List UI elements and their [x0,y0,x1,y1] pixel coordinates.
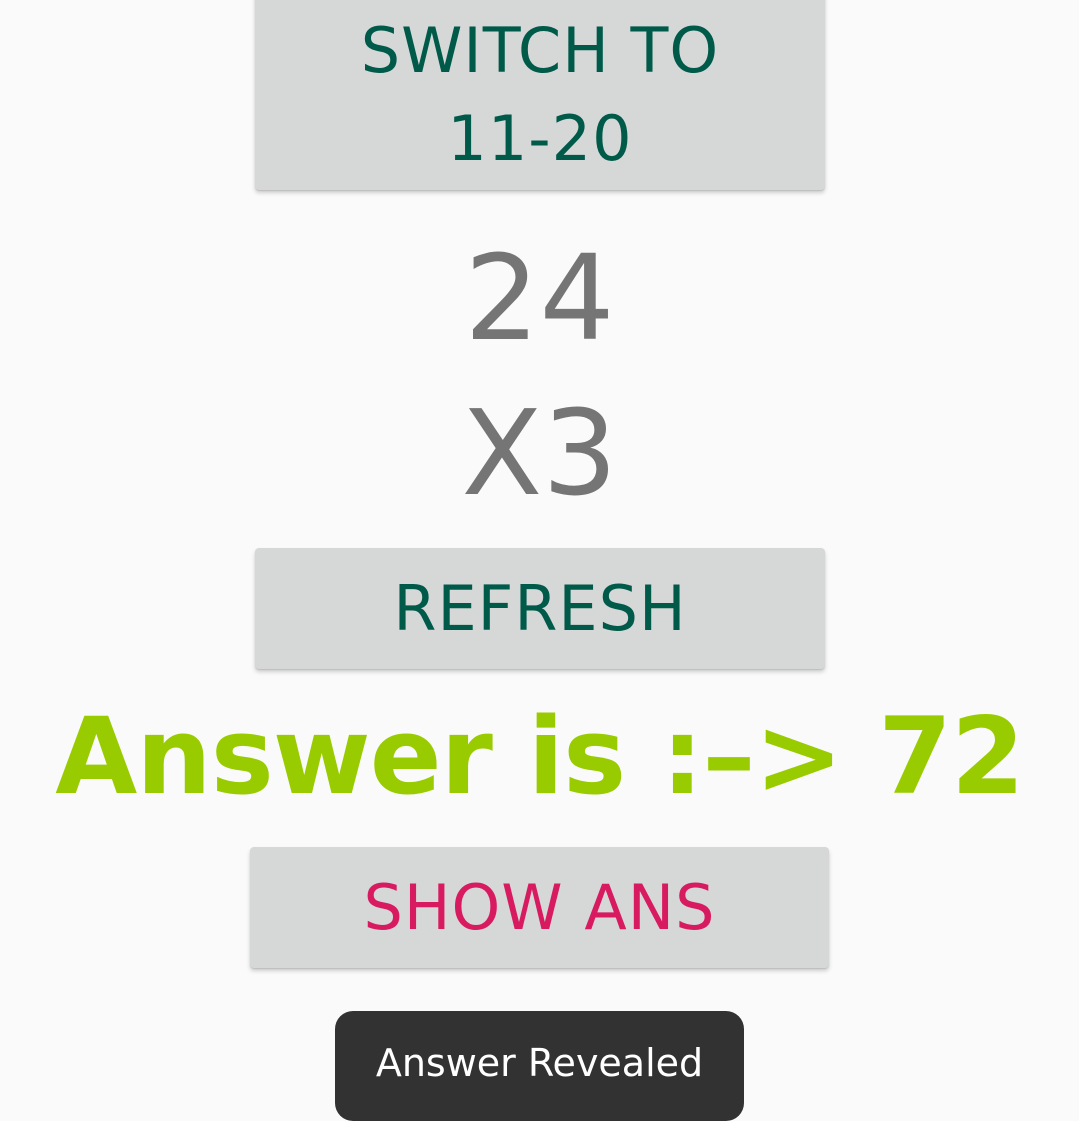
switch-range-button-label: SWITCH TO 11-20 [360,14,720,175]
show-answer-button-label: SHOW ANS [363,871,716,944]
switch-range-button[interactable]: SWITCH TO 11-20 [255,0,825,190]
refresh-button[interactable]: REFRESH [255,548,825,669]
refresh-button-label: REFRESH [393,572,687,645]
question-number: 24 [464,229,615,367]
question-multiplier: X3 [461,384,618,522]
show-answer-button[interactable]: SHOW ANS [250,847,829,968]
answer-text: Answer is :–> 72 [55,695,1025,818]
